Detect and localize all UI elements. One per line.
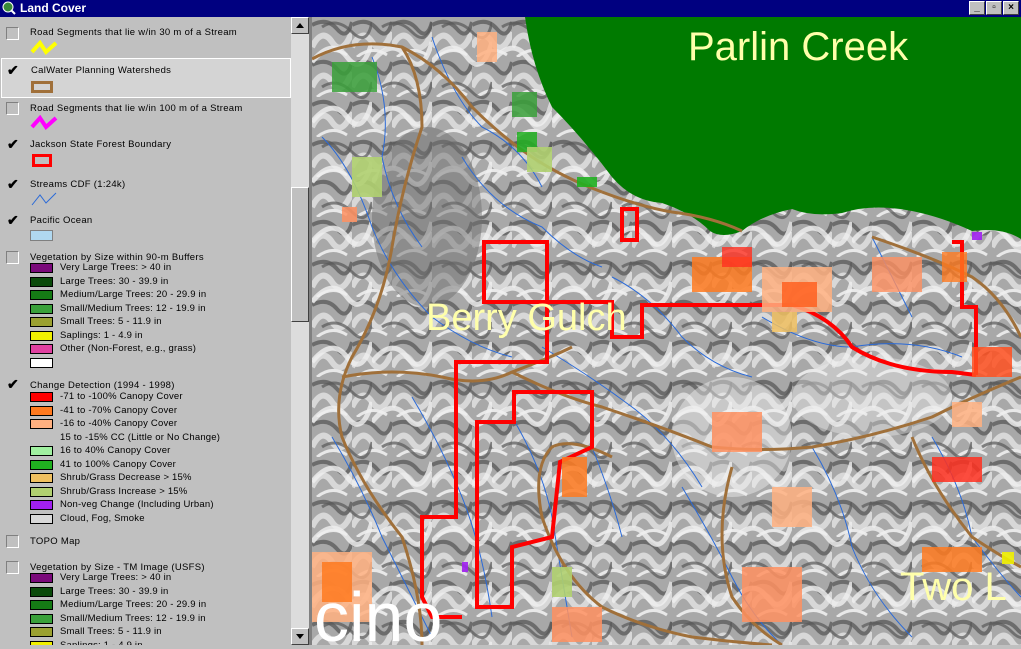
window-controls: _ ▫ × (969, 1, 1019, 15)
legend-class-label: 15 to -15% CC (Little or No Change) (60, 431, 221, 443)
legend-class-label: 41 to 100% Canopy Cover (60, 458, 177, 470)
legend-class-label: Large Trees: 30 - 39.9 in (60, 275, 169, 287)
legend-color-swatch (30, 500, 53, 510)
legend-color-swatch (30, 459, 53, 470)
legend-class-label: -41 to -70% Canopy Cover (60, 404, 178, 416)
layer-name: TOPO Map (30, 536, 81, 547)
legend-color-swatch (30, 573, 53, 583)
legend-class-label: Cloud, Fog, Smoke (60, 512, 145, 524)
close-button[interactable]: × (1003, 1, 1019, 15)
legend-color-swatch (30, 303, 53, 314)
legend-class-label: Medium/Large Trees: 20 - 29.9 in (60, 599, 207, 610)
layer-name: Streams CDF (1:24k) (30, 179, 126, 190)
checkmark-icon[interactable]: ✔ (7, 177, 19, 191)
two-l-label: Two L (900, 565, 1007, 609)
arrow-up-icon (296, 23, 304, 28)
layer-name: Jackson State Forest Boundary (30, 139, 172, 150)
legend-color-swatch (30, 513, 53, 524)
checkmark-icon[interactable]: ✔ (7, 137, 19, 151)
map-view[interactable]: Parlin Creek Berry Gulch Two L cino (312, 17, 1021, 645)
parlin-creek-label: Parlin Creek (688, 25, 909, 69)
road-zigzag-magenta-icon (30, 115, 58, 131)
scroll-thumb[interactable] (291, 187, 309, 322)
berry-gulch-label: Berry Gulch (426, 297, 627, 339)
legend-class-label: Shrub/Grass Increase > 15% (60, 485, 188, 497)
layer-checkbox[interactable] (6, 561, 19, 574)
legend-class-label: -71 to -100% Canopy Cover (60, 391, 183, 402)
legend-color-swatch (30, 600, 53, 610)
legend-class-label: Large Trees: 30 - 39.9 in (60, 585, 169, 597)
legend-color-swatch (30, 419, 53, 429)
legend-color-swatch (30, 344, 53, 354)
boundary-outline-icon (32, 154, 52, 167)
layer-name: Pacific Ocean (30, 215, 93, 226)
arrow-down-icon (296, 634, 304, 639)
legend-color-swatch (30, 486, 53, 497)
window-title: Land Cover (20, 1, 87, 15)
layer-calwater[interactable]: ✔ CalWater Planning Watersheds (1, 58, 291, 98)
map-canvas[interactable] (312, 17, 1021, 645)
legend-class-label: Saplings: 1 - 4.9 in (60, 639, 143, 646)
stream-line-icon (31, 192, 57, 206)
watershed-outline-icon (31, 81, 53, 93)
legend-class-label: Small Trees: 5 - 11.9 in (60, 626, 162, 637)
minimize-button[interactable]: _ (969, 1, 985, 15)
legend-color-swatch (30, 392, 53, 402)
legend-color-swatch (30, 276, 53, 287)
legend-color-swatch (30, 290, 53, 300)
layer-checkbox[interactable] (6, 251, 19, 264)
layer-name: CalWater Planning Watersheds (31, 65, 172, 76)
layer-streams[interactable]: ✔ Streams CDF (1:24k) (0, 175, 291, 209)
layer-name: Change Detection (1994 - 1998) (30, 380, 175, 391)
legend-color-swatch (30, 586, 53, 597)
legend-color-swatch (30, 473, 53, 483)
legend-class-label: Non-veg Change (Including Urban) (60, 499, 214, 510)
legend-class-label: Very Large Trees: > 40 in (60, 572, 172, 583)
legend-color-swatch (30, 446, 53, 456)
title-bar: Land Cover _ ▫ × (0, 0, 1021, 17)
legend-panel: Road Segments that lie w/in 30 m of a St… (0, 17, 291, 645)
legend-scrollbar[interactable] (291, 17, 309, 645)
layer-name: Road Segments that lie w/in 30 m of a St… (30, 27, 237, 38)
checkmark-icon[interactable]: ✔ (7, 63, 19, 77)
scroll-up-button[interactable] (291, 17, 309, 34)
legend-color-swatch (30, 263, 53, 273)
legend-class-label: Medium/Large Trees: 20 - 29.9 in (60, 289, 207, 300)
legend-color-swatch (30, 627, 53, 637)
legend-class-label: Small/Medium Trees: 12 - 19.9 in (60, 612, 206, 624)
legend-color-swatch (30, 405, 53, 416)
legend-class-label: 16 to 40% Canopy Cover (60, 445, 171, 456)
road-zigzag-yellow-icon (30, 40, 58, 56)
scroll-down-button[interactable] (291, 628, 309, 645)
restore-button[interactable]: ▫ (986, 1, 1002, 15)
ocean-swatch (30, 230, 53, 241)
layer-road-100m[interactable]: Road Segments that lie w/in 100 m of a S… (0, 99, 291, 133)
cino-label: cino (314, 578, 443, 645)
legend-class-label: -16 to -40% Canopy Cover (60, 418, 178, 429)
legend-color-swatch (30, 317, 53, 327)
legend-color-swatch (30, 613, 53, 624)
layer-checkbox[interactable] (6, 102, 19, 115)
checkmark-icon[interactable]: ✔ (7, 213, 19, 227)
legend-class-label: Saplings: 1 - 4.9 in (60, 329, 143, 341)
layer-jackson-boundary[interactable]: ✔ Jackson State Forest Boundary (0, 135, 291, 169)
legend-class-label: Small Trees: 5 - 11.9 in (60, 316, 162, 327)
layer-pacific-ocean[interactable]: ✔ Pacific Ocean (0, 211, 291, 245)
legend-color-swatch (30, 330, 53, 341)
layer-checkbox[interactable] (6, 27, 19, 40)
layer-checkbox[interactable] (6, 535, 19, 548)
app-globe-icon (2, 1, 16, 15)
layer-road-30m[interactable]: Road Segments that lie w/in 30 m of a St… (0, 17, 291, 59)
layer-name: Road Segments that lie w/in 100 m of a S… (30, 103, 243, 114)
legend-color-swatch (30, 357, 53, 368)
legend-color-swatch (30, 640, 53, 645)
legend-class-label: Very Large Trees: > 40 in (60, 262, 172, 273)
legend-class-label: Small/Medium Trees: 12 - 19.9 in (60, 302, 206, 314)
legend-class-label: Shrub/Grass Decrease > 15% (60, 472, 192, 483)
legend-class-label: Other (Non-Forest, e.g., grass) (60, 343, 197, 354)
dark-ridge-area (372, 127, 482, 307)
checkmark-icon[interactable]: ✔ (7, 377, 19, 391)
layer-topo-map[interactable]: TOPO Map (0, 533, 291, 553)
